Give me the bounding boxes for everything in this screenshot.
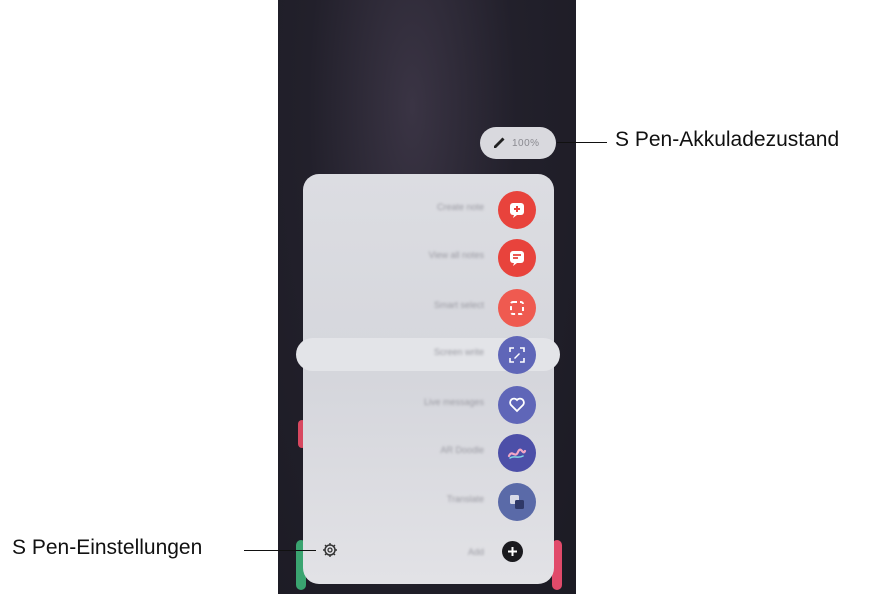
menu-item-label: AR Doodle bbox=[440, 445, 484, 455]
menu-item-label: Live messages bbox=[423, 397, 484, 407]
live-messages-icon bbox=[498, 386, 536, 424]
menu-item-label: Screen write bbox=[433, 347, 484, 357]
s-pen-battery-indicator: 100% bbox=[480, 127, 556, 159]
callout-line-settings bbox=[244, 550, 316, 551]
smart-select-icon bbox=[498, 289, 536, 327]
create-note-icon bbox=[498, 191, 536, 229]
air-command-panel bbox=[303, 174, 554, 584]
ar-doodle-icon bbox=[498, 434, 536, 472]
callout-line-battery bbox=[557, 142, 607, 143]
menu-item-create-note[interactable]: Create note bbox=[303, 190, 554, 230]
add-button[interactable] bbox=[502, 541, 523, 562]
menu-item-label: Create note bbox=[436, 202, 484, 212]
s-pen-icon bbox=[494, 137, 505, 148]
view-all-notes-icon bbox=[498, 239, 536, 277]
menu-item-ar-doodle[interactable]: AR Doodle bbox=[303, 433, 554, 473]
menu-item-label: Smart select bbox=[433, 300, 484, 310]
menu-item-label: View all notes bbox=[428, 250, 484, 260]
translate-icon bbox=[498, 483, 536, 521]
menu-item-translate[interactable]: Translate bbox=[303, 482, 554, 522]
battery-level-text: 100% bbox=[512, 137, 540, 149]
callout-battery-status: S Pen-Akkuladezustand bbox=[615, 128, 840, 151]
menu-item-screen-write[interactable]: Screen write bbox=[303, 335, 554, 375]
callout-settings: S Pen-Einstellungen bbox=[12, 536, 203, 559]
menu-item-smart-select[interactable]: Smart select bbox=[303, 288, 554, 328]
menu-item-live-messages[interactable]: Live messages bbox=[303, 385, 554, 425]
add-label: Add bbox=[467, 547, 484, 557]
screen-write-icon bbox=[498, 336, 536, 374]
menu-item-label: Translate bbox=[446, 494, 484, 504]
menu-item-view-all-notes[interactable]: View all notes bbox=[303, 238, 554, 278]
plus-icon bbox=[508, 547, 517, 556]
